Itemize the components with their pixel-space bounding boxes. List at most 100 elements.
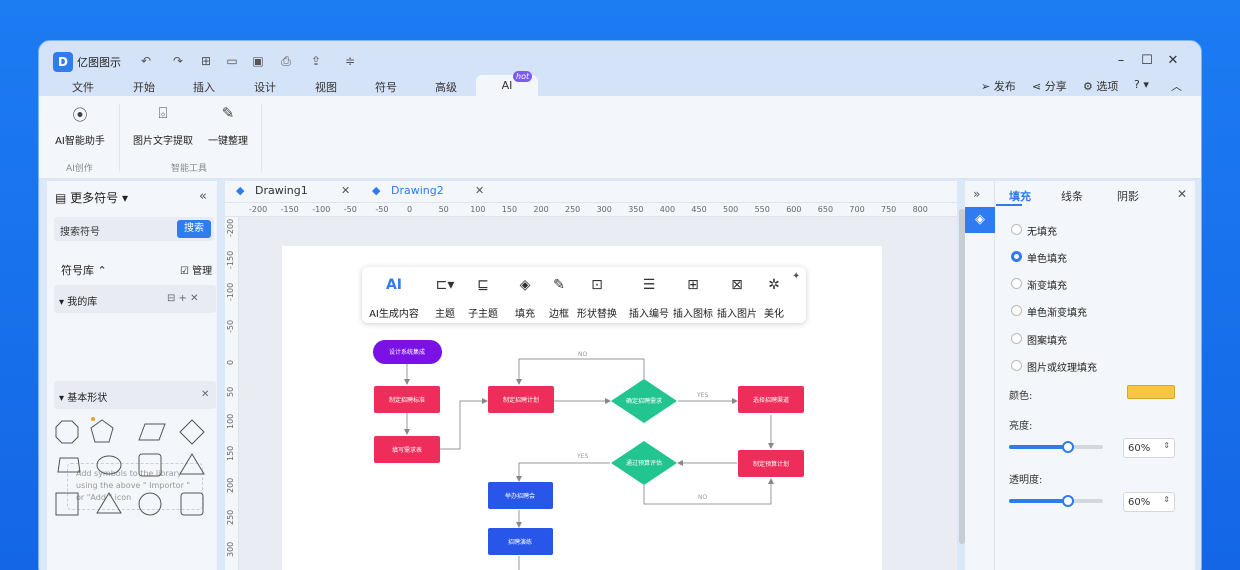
slider-knob[interactable] (1062, 495, 1074, 507)
ai-assistant-icon: ⦿ (72, 106, 88, 124)
shape-marker (91, 417, 95, 421)
radio-solid-fill[interactable] (1011, 251, 1022, 262)
numbering-button[interactable]: ☰ 插入编号 (628, 277, 670, 320)
expand-panel-icon[interactable]: » (973, 187, 980, 201)
topic-icon: ⊏▾ (435, 277, 455, 293)
menu-symbol[interactable]: 符号 (375, 79, 397, 95)
beautify-button[interactable]: ✲ 美化 (762, 277, 786, 320)
manage-button[interactable]: ☑ 管理 (180, 262, 212, 277)
tidy-button[interactable]: ✎ 一键整理 (206, 104, 250, 147)
border-button[interactable]: ✎ 边框 (546, 277, 572, 320)
ribbon-divider (119, 104, 120, 172)
insert-image-button[interactable]: ⊠ 插入图片 (716, 277, 758, 320)
my-library-section[interactable]: ▾ 我的库 ⊟ + ✕ (54, 285, 216, 313)
transparency-slider[interactable] (1009, 495, 1103, 507)
save-icon[interactable]: ▣ (249, 52, 267, 70)
ruler-tick-label: 200 (533, 205, 549, 214)
library-actions-icon[interactable]: ⊟ + ✕ (167, 293, 199, 304)
fill-bucket-icon[interactable]: ◈ (965, 207, 995, 233)
ruler-tick-label: -100 (226, 282, 235, 301)
close-icon[interactable]: ✕ (1164, 52, 1182, 70)
insert-icon-button[interactable]: ⊞ 插入图标 (672, 277, 714, 320)
group-label-tools: 智能工具 (171, 164, 208, 174)
publish-button[interactable]: ➢ 发布 (981, 78, 1016, 94)
ai-generate-label: AI生成内容 (369, 309, 419, 320)
search-box[interactable]: 搜索符号 搜索 (54, 217, 214, 241)
radio-pattern-fill[interactable] (1011, 333, 1022, 344)
radio-solid-gradient-fill[interactable] (1011, 305, 1022, 316)
ruler-tick-label: -50 (375, 205, 389, 214)
transparency-input[interactable]: 60% ⇕ (1123, 492, 1175, 512)
collapse-ribbon-icon[interactable]: ︿ (1171, 78, 1182, 94)
tab-drawing2[interactable]: ◆ Drawing2 ✕ (369, 184, 497, 203)
library-label: 符号库 (61, 264, 94, 277)
symbol-panel-title[interactable]: ▤ 更多符号 ▾ (55, 189, 128, 206)
radio-no-fill[interactable] (1011, 224, 1022, 235)
option-label: 图片或纹理填充 (1027, 363, 1097, 374)
close-tab-icon[interactable]: ✕ (341, 184, 350, 197)
ocr-button[interactable]: ⌺ 图片文字提取 (132, 104, 194, 147)
slider-knob[interactable] (1062, 441, 1074, 453)
print-icon[interactable]: ⎙ (277, 52, 295, 70)
tab-fill[interactable]: 填充 (1009, 188, 1031, 204)
beautify-label: 美化 (764, 309, 784, 320)
subtopic-button[interactable]: ⊑ 子主题 (468, 277, 498, 320)
tab-line[interactable]: 线条 (1061, 188, 1083, 204)
stepper-icon[interactable]: ⇕ (1163, 495, 1170, 504)
more-icon[interactable]: ≑ (341, 52, 359, 70)
menu-insert[interactable]: 插入 (193, 79, 215, 95)
fill-button[interactable]: ◈ 填充 (512, 277, 538, 320)
flow-label: 通过预算评估 (626, 459, 662, 467)
menu-view[interactable]: 视图 (315, 79, 337, 95)
minimize-icon[interactable]: – (1112, 52, 1130, 70)
collapse-panel-icon[interactable]: « (199, 189, 207, 204)
flow-label: 选择招聘渠道 (753, 396, 789, 404)
menu-design[interactable]: 设计 (254, 79, 276, 95)
share-button[interactable]: ⋖ 分享 (1032, 78, 1067, 94)
brightness-input[interactable]: 60% ⇕ (1123, 438, 1175, 458)
menu-start[interactable]: 开始 (133, 79, 155, 95)
menu-advanced[interactable]: 高级 (435, 79, 457, 95)
radio-gradient-fill[interactable] (1011, 278, 1022, 289)
close-tab-icon[interactable]: ✕ (475, 184, 484, 197)
rounded-square-shape (180, 492, 204, 516)
ruler-tick-label: 600 (786, 205, 802, 214)
search-input[interactable]: 搜索符号 (60, 223, 100, 238)
help-icon[interactable]: ? ▾ (1134, 78, 1149, 91)
tidy-label: 一键整理 (208, 136, 248, 147)
stepper-icon[interactable]: ⇕ (1163, 441, 1170, 450)
shape-swap-button[interactable]: ⊡ 形状替换 (576, 277, 618, 320)
ruler-tick-label: 150 (501, 205, 518, 214)
ai-assistant-button[interactable]: ⦿ AI智能助手 (55, 104, 105, 147)
undo-icon[interactable]: ↶ (137, 52, 155, 70)
close-panel-icon[interactable]: ✕ (1177, 187, 1187, 201)
open-icon[interactable]: ▭ (223, 52, 241, 70)
maximize-icon[interactable]: ☐ (1138, 52, 1156, 70)
radio-picture-fill[interactable] (1011, 360, 1022, 371)
menu-file[interactable]: 文件 (72, 79, 94, 95)
tab-shadow[interactable]: 阴影 (1117, 188, 1139, 204)
redo-icon[interactable]: ↷ (169, 52, 187, 70)
app-logo: D (53, 52, 73, 72)
ruler-tick-label: 250 (226, 509, 235, 525)
color-swatch[interactable] (1127, 385, 1175, 399)
export-icon[interactable]: ⇪ (307, 52, 325, 70)
new-icon[interactable]: ⊞ (197, 52, 215, 70)
search-button[interactable]: 搜索 (177, 220, 211, 238)
basic-shapes-section[interactable]: ▾ 基本形状 ✕ (54, 381, 216, 409)
ribbon-divider (261, 104, 262, 172)
canvas-area[interactable]: ◆ Drawing1 ✕ ◆ Drawing2 ✕ -200 -150 -100 -50 -50… (225, 181, 957, 570)
color-label: 颜色: (1009, 391, 1033, 402)
brightness-slider[interactable] (1009, 441, 1103, 453)
options-button[interactable]: ⚙ 选项 (1083, 78, 1118, 94)
topic-button[interactable]: ⊏▾ 主题 (430, 277, 460, 320)
pin-icon[interactable]: ✦ (792, 271, 800, 282)
ruler-tick-label: 500 (723, 205, 739, 214)
ruler-tick-label: 50 (226, 386, 235, 397)
ai-generate-button[interactable]: AI AI生成内容 (368, 277, 420, 320)
menu-ai[interactable]: AI hot (476, 71, 538, 96)
tab-drawing1[interactable]: ◆ Drawing1 ✕ (233, 184, 361, 203)
slider-fill (1009, 445, 1066, 449)
close-section-icon[interactable]: ✕ (201, 389, 209, 400)
ruler-tick-label: 0 (407, 205, 413, 214)
